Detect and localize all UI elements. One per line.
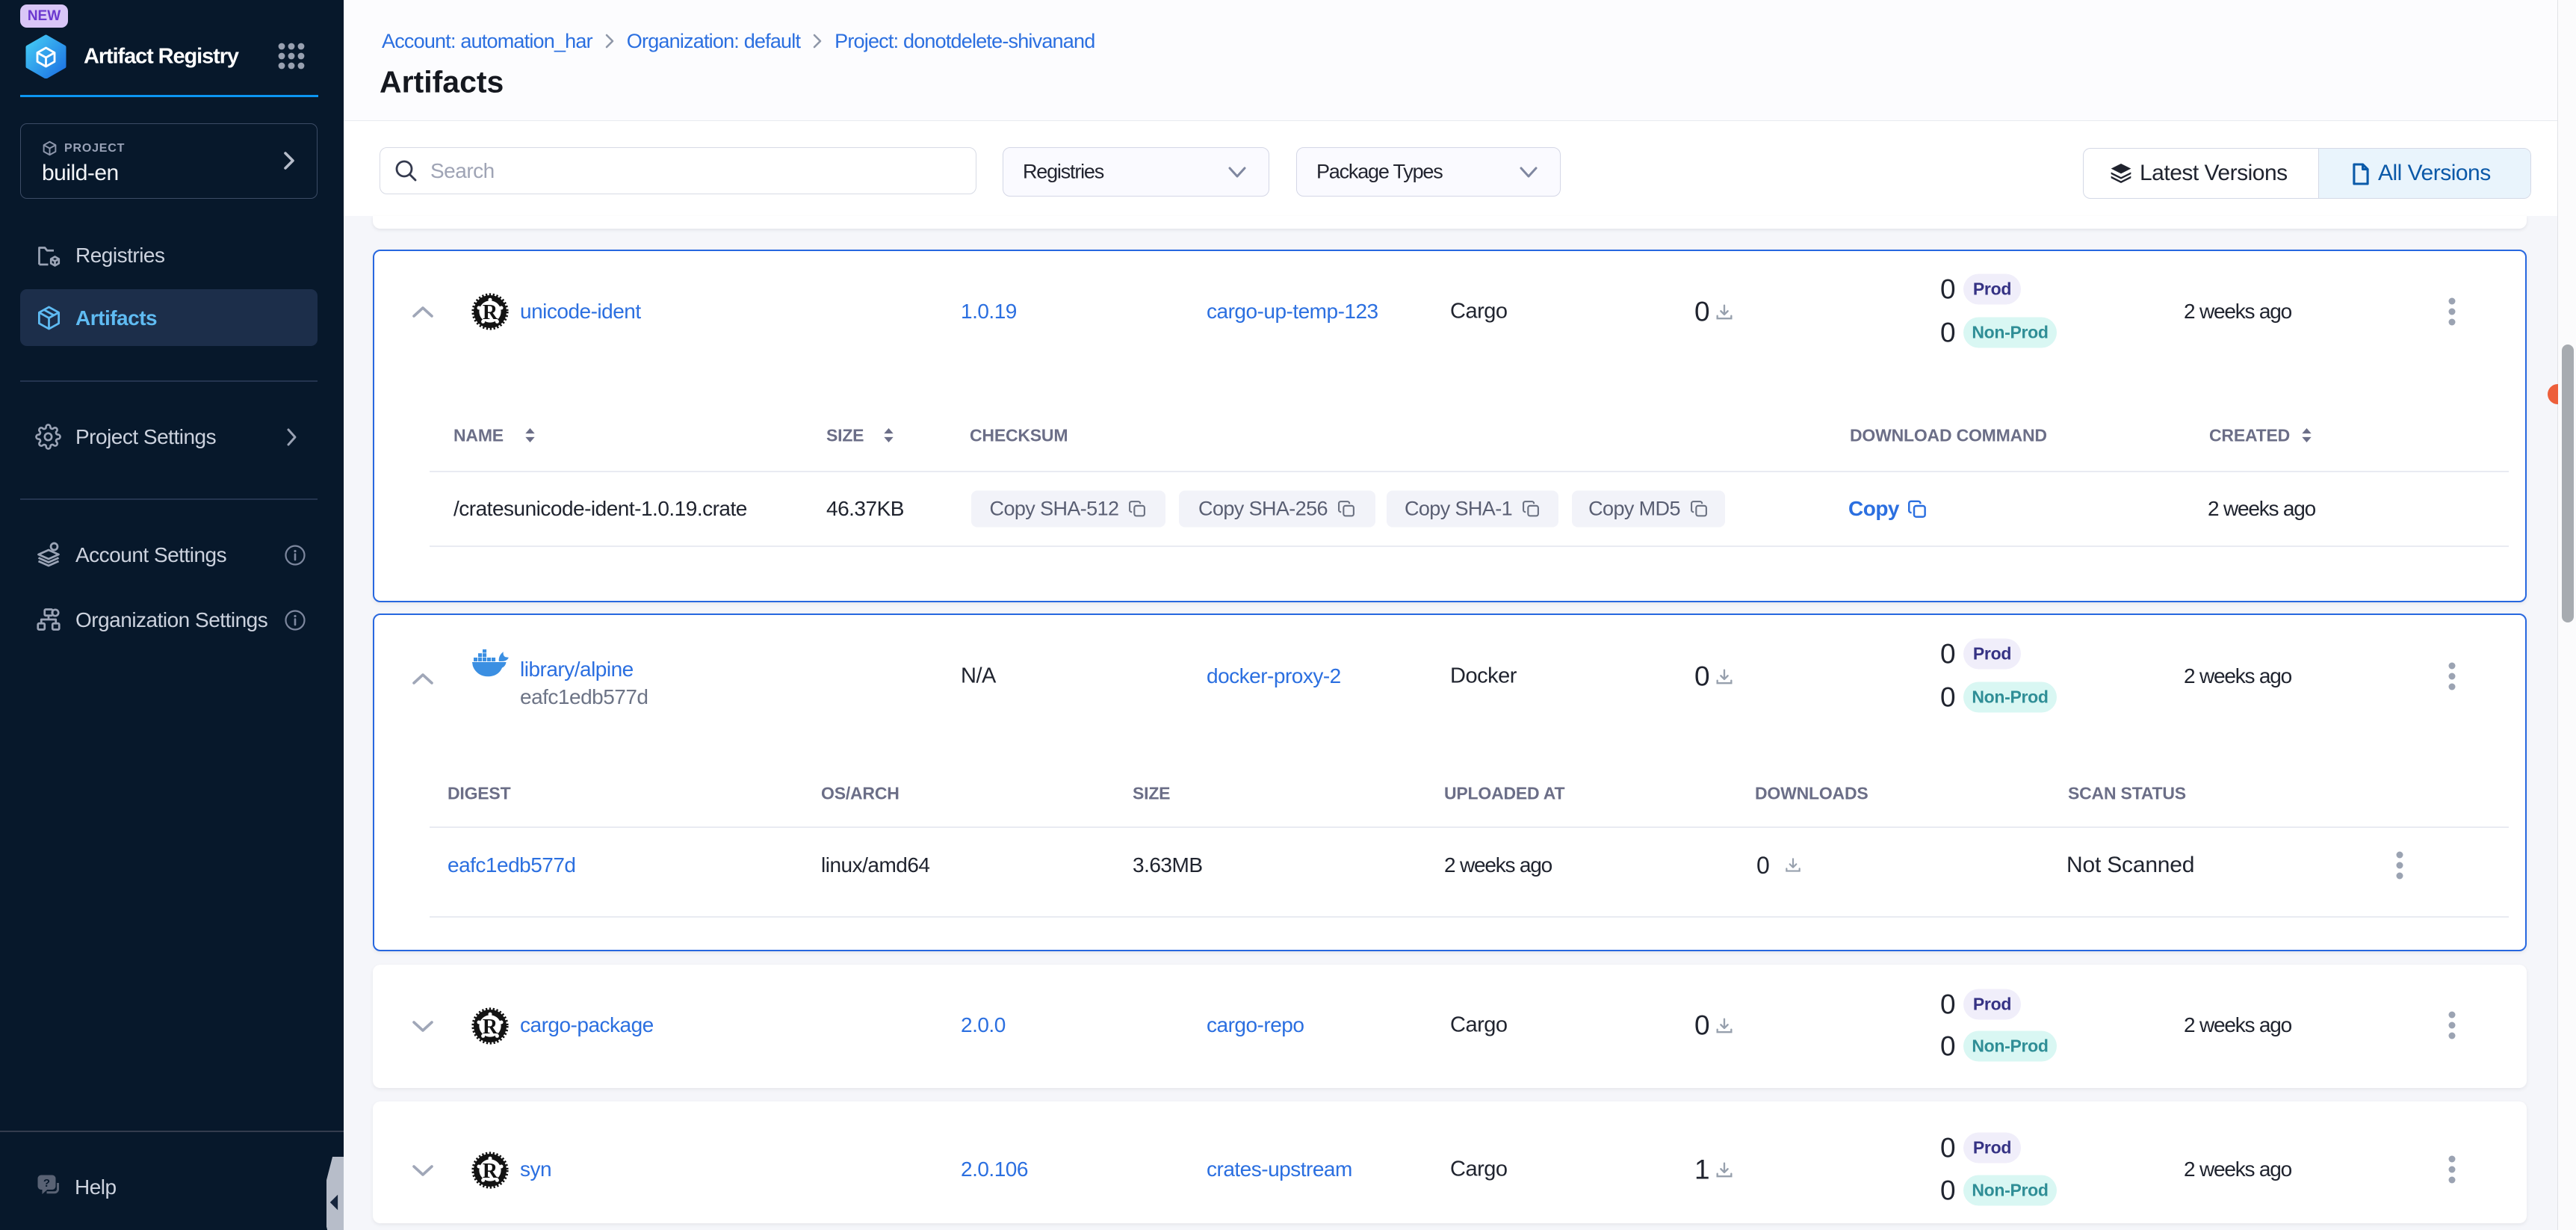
svg-text:?: ?: [43, 1177, 50, 1190]
